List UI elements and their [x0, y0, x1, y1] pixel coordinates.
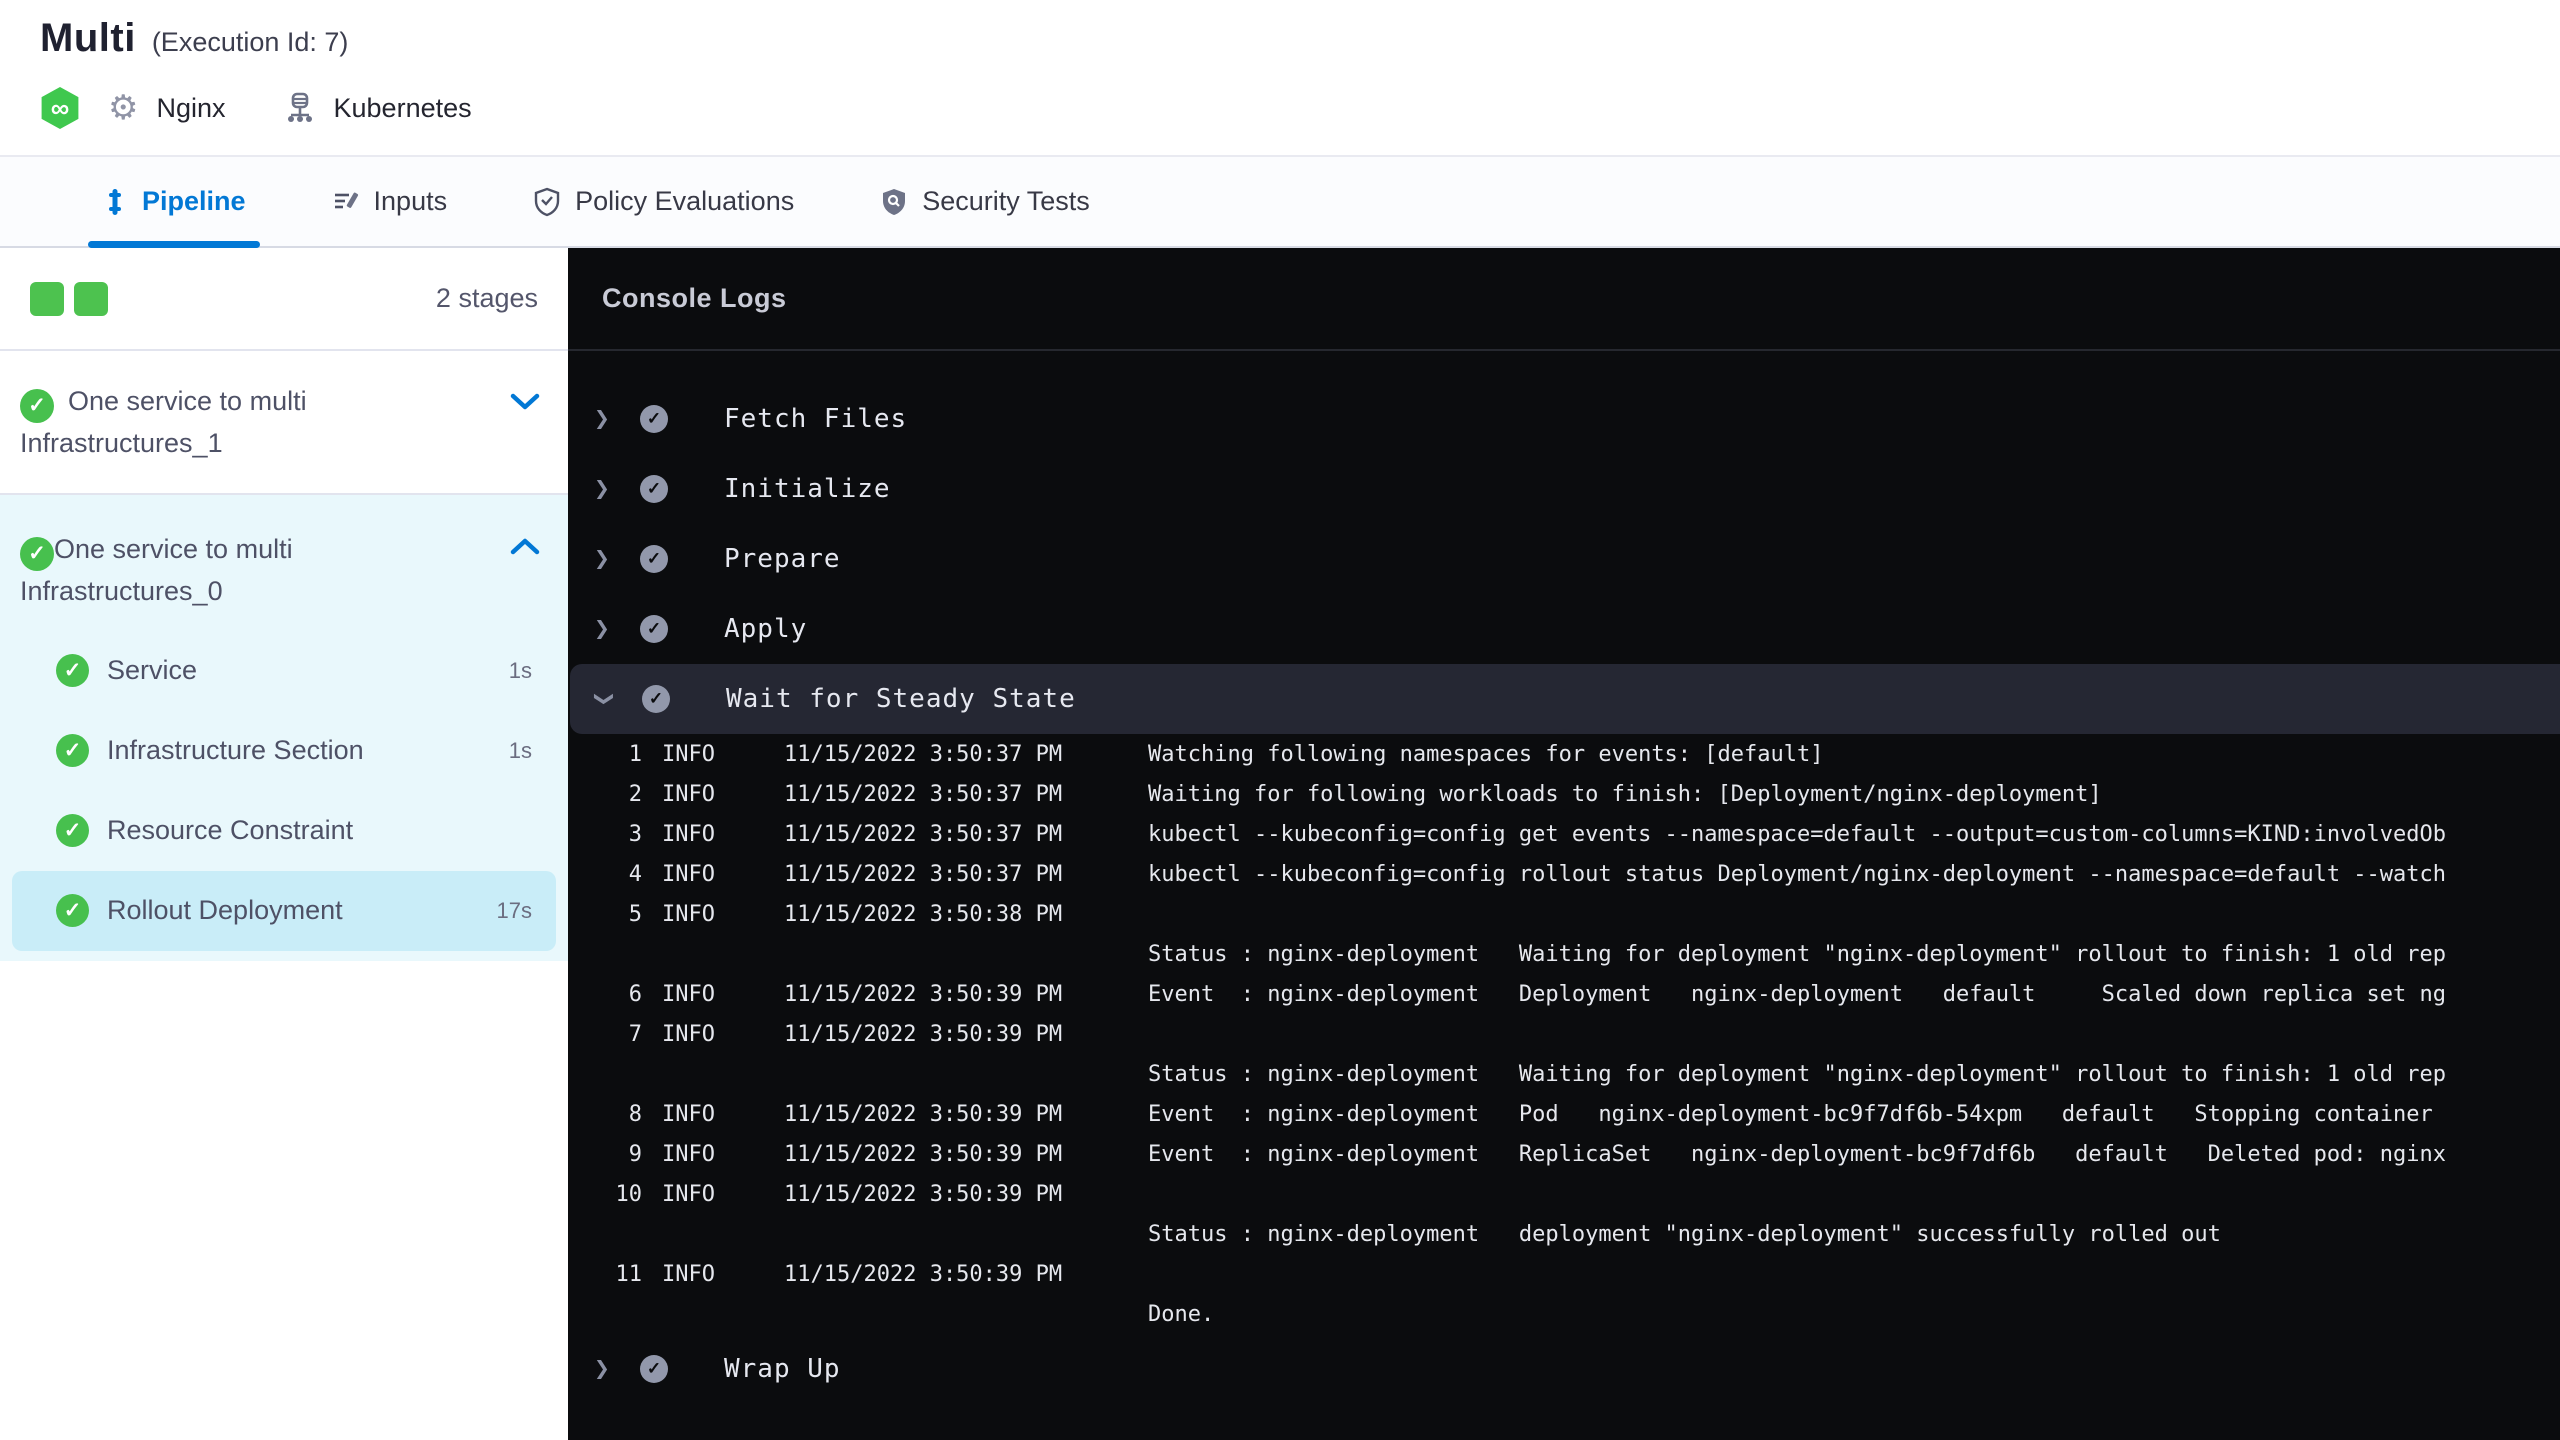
success-check-icon: ✓ [56, 654, 89, 688]
console-step-label: Fetch Files [724, 404, 908, 434]
pipeline-icon [102, 187, 128, 217]
console-step-label: Apply [724, 614, 808, 644]
tab-policy-evaluations-label: Policy Evaluations [575, 186, 795, 216]
stage-count: 2 stages [435, 283, 538, 313]
stage-name: One service to multi Infrastructures_1 [20, 386, 307, 458]
chevron-up-icon[interactable] [510, 537, 540, 555]
chevron-right-icon[interactable]: ❯ [590, 474, 614, 504]
log-line: 3 INFO 11/15/2022 3:50:37 PM kubectl --kube… [628, 821, 2447, 847]
log-line: Status : nginx-deployment Waiting for de… [1148, 1061, 2447, 1087]
step-item-infrastructure-section[interactable]: ✓ Infrastructure Section 1s [0, 711, 568, 791]
console-step-label: Wait for Steady State [726, 684, 1076, 714]
console-step-fetch-files[interactable]: ❯ ✓ Fetch Files [568, 384, 2560, 454]
step-name: Resource Constraint [107, 815, 354, 846]
tab-security-tests[interactable]: Security Tests [870, 157, 1100, 246]
execution-id: (Execution Id: 7) [151, 27, 349, 57]
step-name: Infrastructure Section [107, 735, 364, 766]
success-check-icon: ✓ [56, 734, 89, 768]
success-check-icon: ✓ [640, 545, 668, 573]
log-line: 2 INFO 11/15/2022 3:50:37 PM Waiting for fo… [628, 781, 2102, 807]
tab-pipeline-label: Pipeline [142, 186, 246, 216]
log-line: Done. [1148, 1301, 1215, 1327]
console-step-label: Prepare [724, 544, 841, 574]
stages-summary: 2 stages [0, 248, 568, 351]
console-step-prepare[interactable]: ❯ ✓ Prepare [568, 524, 2560, 594]
service-label: Nginx [156, 92, 226, 123]
log-line: 4 INFO 11/15/2022 3:50:37 PM kubectl --kube… [628, 861, 2447, 887]
console-logs-title: Console Logs [602, 283, 787, 313]
step-duration: 1s [508, 657, 532, 683]
shield-search-icon [880, 187, 908, 217]
chevron-down-icon[interactable] [510, 393, 540, 411]
chevron-right-icon[interactable]: ❯ [590, 1354, 614, 1384]
success-check-icon: ✓ [640, 475, 668, 503]
service-gear-icon: ⚙ [108, 89, 139, 127]
success-check-icon: ✓ [20, 536, 54, 571]
console-step-wrap-up[interactable]: ❯ ✓ Wrap Up [568, 1334, 2560, 1404]
step-item-service[interactable]: ✓ Service 1s [0, 631, 568, 711]
tab-pipeline[interactable]: Pipeline [88, 157, 260, 248]
console-logs-body: ❯ ✓ Fetch Files ❯ ✓ Initialize ❯ ✓ Prepa… [568, 351, 2560, 1404]
console-step-apply[interactable]: ❯ ✓ Apply [568, 594, 2560, 664]
stage-item-infrastructures-0: ✓ One service to multi Infrastructures_0 … [0, 494, 568, 961]
tab-security-tests-label: Security Tests [922, 186, 1090, 216]
execution-header: Multi (Execution Id: 7) ∞ ⚙ Nginx Kubern [0, 0, 2560, 157]
success-check-icon: ✓ [20, 388, 54, 423]
step-item-resource-constraint[interactable]: ✓ Resource Constraint [0, 791, 568, 871]
chevron-right-icon[interactable]: ❯ [590, 404, 614, 434]
stage-header[interactable]: ✓ One service to multi Infrastructures_0 [0, 495, 568, 631]
chevron-down-icon[interactable]: ❯ [589, 687, 619, 711]
log-line: 8 INFO 11/15/2022 3:50:39 PM Event : nginx-… [628, 1101, 2433, 1127]
log-line: 6 INFO 11/15/2022 3:50:39 PM Event : nginx-… [628, 981, 2447, 1007]
infrastructure-label: Kubernetes [333, 92, 472, 123]
console-logs-panel: Console Logs ❯ ✓ Fetch Files ❯ ✓ Initial… [568, 248, 2560, 1440]
harness-cd-icon: ∞ [41, 87, 79, 129]
tab-inputs[interactable]: Inputs [322, 157, 458, 246]
success-check-icon: ✓ [642, 685, 670, 713]
pipeline-execution-page: Multi (Execution Id: 7) ∞ ⚙ Nginx Kubern [0, 0, 2560, 1440]
console-logs-header: Console Logs [568, 248, 2560, 351]
console-step-label: Initialize [724, 474, 891, 504]
success-check-icon: ✓ [640, 405, 668, 433]
stages-sidebar: 2 stages ✓ One service to multi Infrastru… [0, 248, 568, 1440]
log-line: Status : nginx-deployment Waiting for de… [1148, 941, 2447, 967]
chevron-right-icon[interactable]: ❯ [590, 544, 614, 574]
log-line: Status : nginx-deployment deployment "ng… [1148, 1221, 2221, 1247]
step-name: Service [107, 655, 198, 686]
log-line: 7 INFO 11/15/2022 3:50:39 PM [628, 1021, 1063, 1047]
execution-tab-bar: Pipeline Inputs Policy Evaluations Secur… [0, 157, 2560, 248]
success-check-icon: ✓ [56, 894, 89, 928]
stage-item-infrastructures-1[interactable]: ✓ One service to multi Infrastructures_1 [0, 351, 568, 495]
step-duration: 17s [496, 897, 532, 923]
log-line: 1 INFO 11/15/2022 3:50:37 PM Watching follo… [628, 741, 1824, 767]
console-step-initialize[interactable]: ❯ ✓ Initialize [568, 454, 2560, 524]
step-duration: 1s [508, 737, 532, 763]
log-lines: 1 INFO 11/15/2022 3:50:37 PM Watching follo… [568, 734, 2560, 1334]
tab-policy-evaluations[interactable]: Policy Evaluations [523, 157, 804, 246]
log-line: 5 INFO 11/15/2022 3:50:38 PM [628, 901, 1063, 927]
stage-status-square [30, 281, 64, 316]
infrastructure-icon [284, 91, 316, 125]
page-title: Multi [40, 16, 136, 60]
console-step-label: Wrap Up [724, 1354, 841, 1384]
tab-inputs-label: Inputs [373, 186, 448, 216]
success-check-icon: ✓ [640, 1355, 668, 1383]
log-line: 10 INFO 11/15/2022 3:50:39 PM [615, 1181, 1063, 1207]
log-line: 11 INFO 11/15/2022 3:50:39 PM [615, 1261, 1063, 1287]
step-item-rollout-deployment[interactable]: ✓ Rollout Deployment 17s [12, 870, 556, 951]
stage-status-square [74, 281, 108, 316]
success-check-icon: ✓ [56, 814, 89, 848]
console-step-wait-for-steady-state[interactable]: ❯ ✓ Wait for Steady State [570, 664, 2560, 734]
stage-name: One service to multi Infrastructures_0 [20, 533, 293, 606]
step-name: Rollout Deployment [107, 895, 343, 926]
shield-check-icon [533, 187, 561, 217]
chevron-right-icon[interactable]: ❯ [590, 614, 614, 644]
log-line: 9 INFO 11/15/2022 3:50:39 PM Event : nginx-… [628, 1141, 2447, 1167]
success-check-icon: ✓ [640, 615, 668, 643]
inputs-icon [332, 188, 360, 216]
